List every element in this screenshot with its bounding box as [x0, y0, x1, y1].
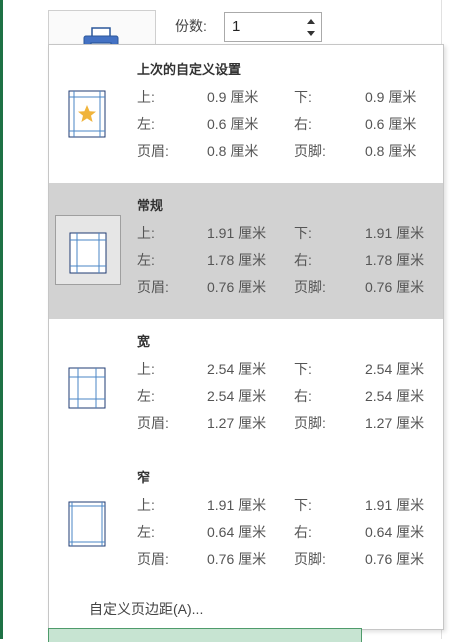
left-accent-bar — [0, 0, 3, 639]
label-left: 左: — [137, 116, 155, 132]
copies-stepper[interactable]: 1 — [224, 12, 322, 42]
value-bottom: 1.91 厘米 — [365, 225, 425, 241]
label-right: 右: — [294, 388, 312, 404]
label-header: 页眉: — [137, 279, 169, 295]
value-left: 2.54 厘米 — [207, 388, 267, 404]
label-footer: 页脚: — [294, 551, 326, 567]
margin-custom-star-icon — [68, 90, 106, 138]
margin-option-icon-box — [55, 351, 121, 421]
margin-option-title: 窄 — [137, 470, 151, 485]
label-footer: 页脚: — [294, 143, 326, 159]
label-header: 页眉: — [137, 415, 169, 431]
margin-narrow-icon — [68, 501, 106, 547]
label-top: 上: — [137, 225, 155, 241]
label-left: 左: — [137, 388, 155, 404]
custom-margins-link[interactable]: 自定义页边距(A)... — [89, 599, 203, 619]
label-right: 右: — [294, 116, 312, 132]
margin-option-title: 上次的自定义设置 — [137, 62, 242, 77]
label-left: 左: — [137, 524, 155, 540]
label-top: 上: — [137, 497, 155, 513]
page-margins-button-partial[interactable] — [48, 628, 362, 642]
margin-option-icon-box — [55, 215, 121, 285]
label-right: 右: — [294, 524, 312, 540]
value-right: 2.54 厘米 — [365, 388, 425, 404]
margin-option-last-custom[interactable]: 上次的自定义设置 上: 0.9 厘米 下: 0.9 厘米 左: 0.6 厘米 右… — [49, 47, 443, 183]
value-right: 1.78 厘米 — [365, 252, 425, 268]
value-header: 0.76 厘米 — [207, 279, 267, 295]
value-footer: 0.76 厘米 — [365, 279, 425, 295]
copies-label: 份数: — [175, 18, 207, 34]
margin-option-wide[interactable]: 宽 上: 2.54 厘米 下: 2.54 厘米 左: 2.54 厘米 右: 2.… — [49, 319, 443, 455]
value-footer: 1.27 厘米 — [365, 415, 425, 431]
value-bottom: 1.91 厘米 — [365, 497, 425, 513]
value-top: 2.54 厘米 — [207, 361, 267, 377]
margin-normal-icon — [69, 232, 107, 274]
value-left: 1.78 厘米 — [207, 252, 267, 268]
margin-option-title: 宽 — [137, 334, 151, 349]
value-left: 0.64 厘米 — [207, 524, 267, 540]
label-top: 上: — [137, 361, 155, 377]
label-header: 页眉: — [137, 551, 169, 567]
label-footer: 页脚: — [294, 415, 326, 431]
margin-wide-icon — [68, 367, 106, 409]
value-header: 0.76 厘米 — [207, 551, 267, 567]
label-header: 页眉: — [137, 143, 169, 159]
value-left: 0.6 厘米 — [207, 116, 259, 132]
value-footer: 0.8 厘米 — [365, 143, 417, 159]
margins-dropdown: 上次的自定义设置 上: 0.9 厘米 下: 0.9 厘米 左: 0.6 厘米 右… — [48, 44, 444, 630]
value-top: 1.91 厘米 — [207, 497, 267, 513]
copies-value[interactable]: 1 — [232, 18, 240, 35]
value-header: 0.8 厘米 — [207, 143, 259, 159]
label-bottom: 下: — [294, 361, 312, 377]
margin-option-icon-box — [55, 79, 121, 149]
value-bottom: 2.54 厘米 — [365, 361, 425, 377]
value-top: 0.9 厘米 — [207, 89, 259, 105]
value-right: 0.6 厘米 — [365, 116, 417, 132]
label-bottom: 下: — [294, 225, 312, 241]
value-bottom: 0.9 厘米 — [365, 89, 417, 105]
value-footer: 0.76 厘米 — [365, 551, 425, 567]
label-right: 右: — [294, 252, 312, 268]
margin-option-title: 常规 — [137, 198, 164, 213]
label-top: 上: — [137, 89, 155, 105]
margin-option-normal[interactable]: 常规 上: 1.91 厘米 下: 1.91 厘米 左: 1.78 厘米 右: 1… — [49, 183, 443, 319]
label-footer: 页脚: — [294, 279, 326, 295]
label-bottom: 下: — [294, 89, 312, 105]
margin-option-icon-box — [55, 487, 121, 557]
label-left: 左: — [137, 252, 155, 268]
value-top: 1.91 厘米 — [207, 225, 267, 241]
margin-option-narrow[interactable]: 窄 上: 1.91 厘米 下: 1.91 厘米 左: 0.64 厘米 右: 0.… — [49, 455, 443, 591]
label-bottom: 下: — [294, 497, 312, 513]
value-header: 1.27 厘米 — [207, 415, 267, 431]
spin-down-icon[interactable] — [305, 27, 317, 40]
value-right: 0.64 厘米 — [365, 524, 425, 540]
